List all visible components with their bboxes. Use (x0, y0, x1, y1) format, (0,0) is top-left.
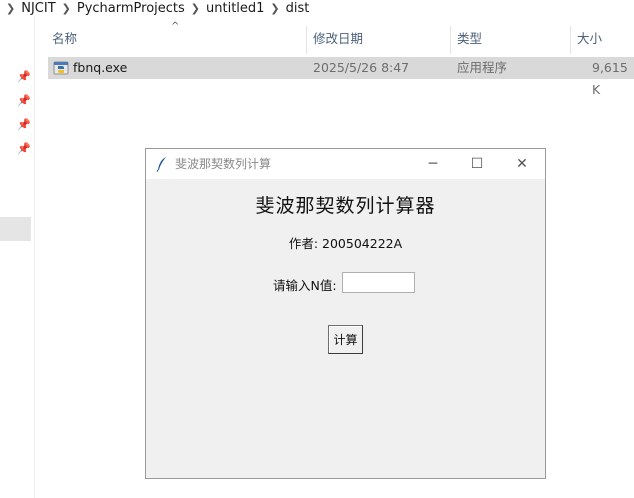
file-date: 2025/5/26 8:47 (313, 60, 410, 75)
pin-icon[interactable]: 📌 (17, 70, 31, 83)
chevron-right-icon[interactable]: ❯ (270, 2, 279, 15)
n-value-input[interactable] (342, 272, 415, 293)
chevron-right-icon[interactable]: ❯ (62, 2, 71, 15)
file-row[interactable]: fbnq.exe 2025/5/26 8:47 应用程序 9,615 K (48, 57, 634, 97)
column-header-date[interactable]: 修改日期 (307, 26, 450, 54)
file-type: 应用程序 (457, 60, 508, 75)
calculate-button[interactable]: 计算 (328, 325, 363, 354)
column-header-size[interactable]: 大小 (571, 26, 634, 54)
n-input-label: 请输入N值: (273, 278, 337, 293)
minimize-button[interactable]: ─ (410, 149, 456, 179)
pin-icon[interactable]: 📌 (17, 118, 31, 131)
breadcrumb-item-untitled1[interactable]: untitled1 (206, 1, 264, 16)
python-exe-icon (53, 61, 69, 75)
column-header-type[interactable]: 类型 (451, 26, 571, 54)
pin-icon[interactable]: 📌 (17, 142, 31, 155)
chevron-right-icon[interactable]: ❯ (191, 2, 200, 15)
app-heading: 斐波那契数列计算器 (255, 195, 436, 217)
file-size: 9,615 K (592, 60, 628, 97)
pin-icon[interactable]: 📌 (17, 94, 31, 107)
window-title: 斐波那契数列计算 (175, 157, 272, 171)
breadcrumb-item-njcit[interactable]: NJCIT (21, 1, 55, 16)
nav-item-selected[interactable] (0, 217, 31, 241)
maximize-button[interactable]: ☐ (454, 149, 500, 179)
navigation-pane: 📌 📌 📌 📌 (0, 16, 35, 498)
chevron-right-icon[interactable]: ❯ (6, 2, 15, 15)
breadcrumb-item-pycharmprojects[interactable]: PycharmProjects (77, 1, 185, 16)
app-window: 斐波那契数列计算 ─ ☐ ✕ 斐波那契数列计算器 作者: 200504222A … (145, 148, 546, 479)
close-button[interactable]: ✕ (499, 149, 545, 179)
breadcrumb-item-dist[interactable]: dist (286, 1, 310, 16)
file-name: fbnq.exe (73, 60, 128, 75)
tk-feather-icon (156, 157, 166, 172)
column-header-name[interactable]: 名称 (46, 26, 312, 54)
breadcrumb: ❯ NJCIT ❯ PycharmProjects ❯ untitled1 ❯ … (0, 0, 634, 16)
column-headers: 名称 修改日期 类型 大小 (34, 26, 634, 54)
author-label: 作者: 200504222A (288, 236, 403, 251)
title-bar[interactable]: 斐波那契数列计算 ─ ☐ ✕ (146, 149, 545, 179)
